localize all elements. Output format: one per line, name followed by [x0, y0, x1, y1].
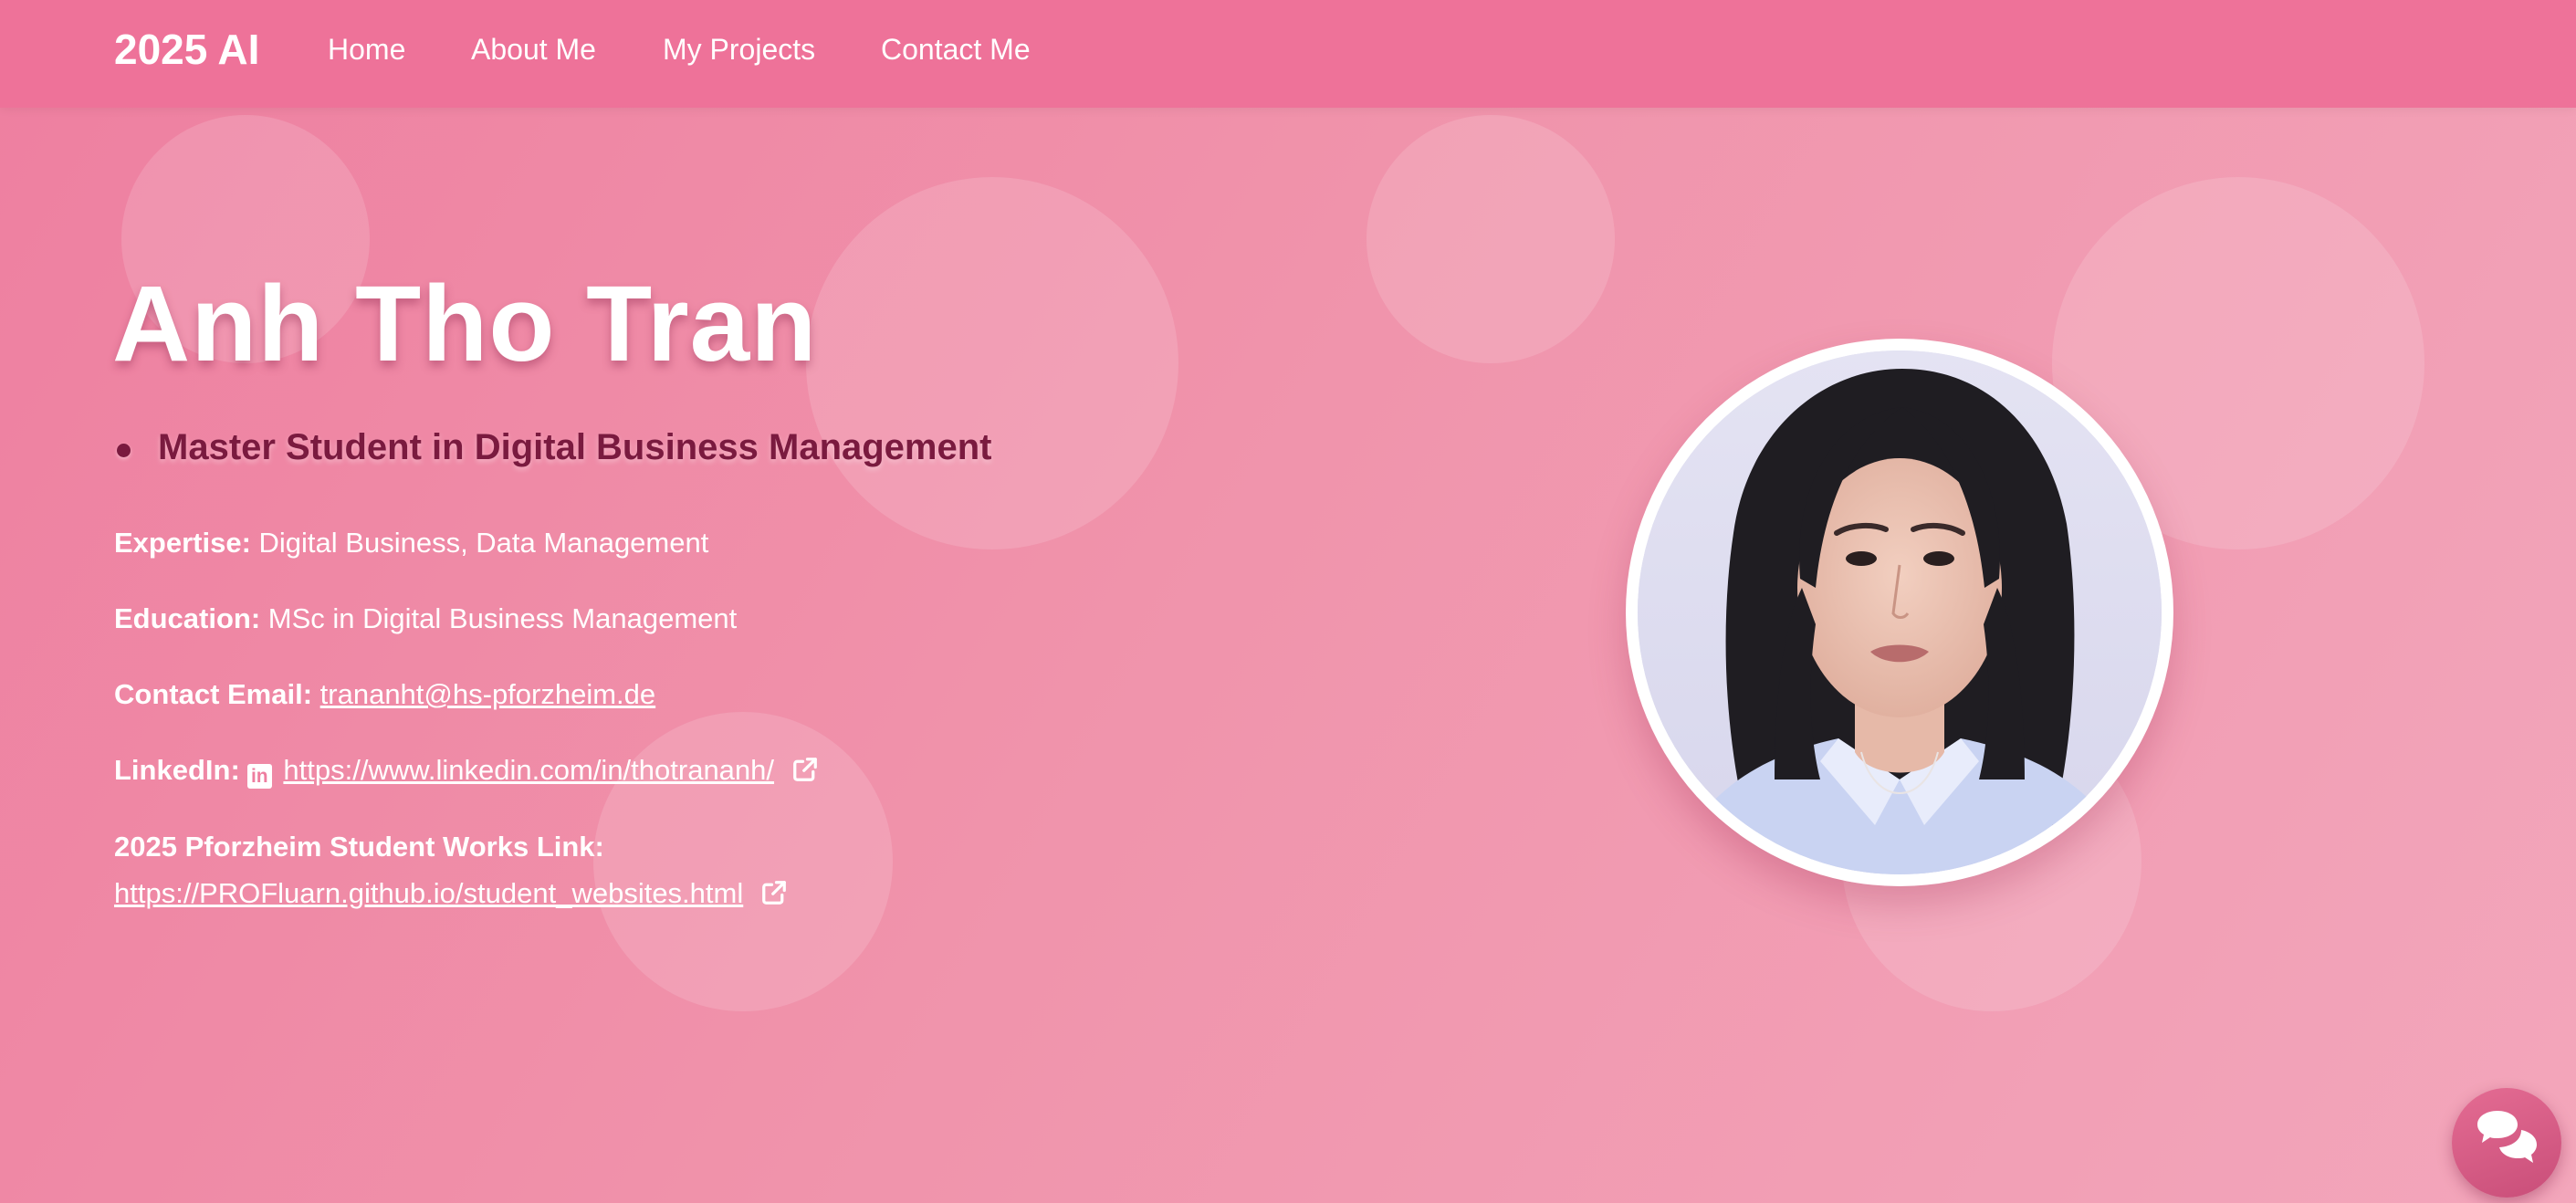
chat-button[interactable]: [2452, 1088, 2561, 1198]
works-label-row: 2025 Pforzheim Student Works Link:: [114, 827, 604, 867]
expertise-label: Expertise:: [114, 527, 251, 559]
expertise-value: Digital Business, Data Management: [258, 527, 709, 559]
education-row: Education: MSc in Digital Business Manag…: [114, 599, 737, 639]
linkedin-icon: in: [246, 764, 272, 789]
profile-photo: [1638, 350, 2162, 874]
education-label: Education:: [114, 602, 261, 634]
education-value: MSc in Digital Business Management: [267, 602, 738, 634]
external-link-icon[interactable]: [760, 879, 788, 906]
external-link-icon[interactable]: [791, 756, 819, 783]
decor-circle: [1367, 115, 1615, 363]
linkedin-label: LinkedIn:: [114, 754, 240, 786]
hero-name: Anh Tho Tran: [112, 264, 818, 384]
chat-bubbles-icon: [2477, 1111, 2537, 1163]
student-works-link[interactable]: https://PROFluarn.github.io/student_webs…: [114, 877, 743, 909]
email-link[interactable]: trananht@hs-pforzheim.de: [320, 678, 656, 710]
hero-subtitle: Master Student in Digital Business Manag…: [158, 427, 992, 467]
nav-my-projects[interactable]: My Projects: [663, 27, 815, 71]
expertise-row: Expertise: Digital Business, Data Manage…: [114, 523, 708, 563]
nav-home[interactable]: Home: [328, 27, 405, 71]
bullet-icon: [117, 444, 131, 457]
linkedin-link[interactable]: https://www.linkedin.com/in/thotrananh/: [283, 754, 774, 786]
email-label: Contact Email:: [114, 678, 313, 710]
brand-logo[interactable]: 2025 AI: [114, 20, 259, 78]
nav-contact-me[interactable]: Contact Me: [881, 27, 1031, 71]
nav-about-me[interactable]: About Me: [471, 27, 596, 71]
profile-photo-frame: [1626, 339, 2173, 886]
decor-circle: [806, 177, 1178, 549]
works-label: 2025 Pforzheim Student Works Link:: [114, 831, 604, 863]
linkedin-row: LinkedIn: in https://www.linkedin.com/in/…: [114, 750, 819, 790]
email-row: Contact Email: trananht@hs-pforzheim.de: [114, 675, 655, 715]
works-link-row: https://PROFluarn.github.io/student_webs…: [114, 873, 788, 914]
navbar: 2025 AI Home About Me My Projects Contac…: [0, 0, 2576, 108]
